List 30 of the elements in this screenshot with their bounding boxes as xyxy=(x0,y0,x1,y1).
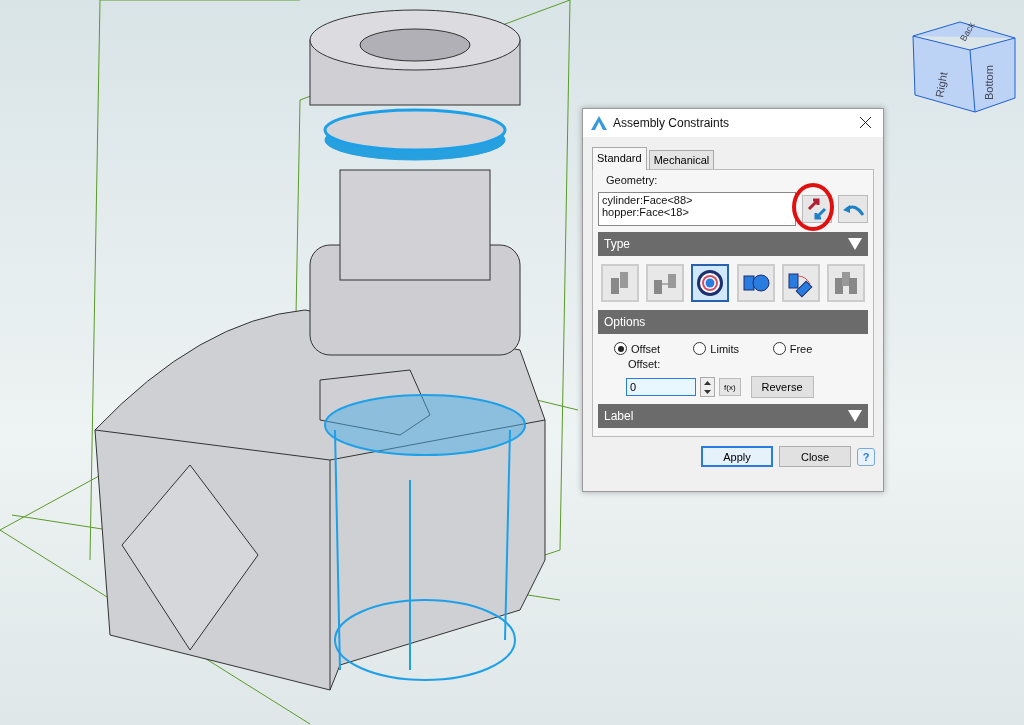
tab[interactable]: Mechanical xyxy=(648,150,715,169)
help-button[interactable]: ? xyxy=(857,447,875,466)
cube-face-label[interactable]: Bottom xyxy=(983,65,995,100)
reverse-button[interactable]: Reverse xyxy=(750,376,814,398)
radio-option[interactable]: Limits xyxy=(693,342,773,355)
undo-button[interactable] xyxy=(838,195,868,223)
geometry-item[interactable]: cylinder:Face<88> xyxy=(602,194,792,206)
swap-button[interactable] xyxy=(802,195,832,223)
section-header[interactable]: Options xyxy=(598,310,868,334)
spinner-icon[interactable] xyxy=(700,377,715,397)
geometry-list[interactable]: cylinder:Face<88> hopper:Face<18> xyxy=(598,192,796,226)
tab[interactable]: Standard xyxy=(592,147,647,170)
geometry-label: Geometry: xyxy=(606,174,659,186)
offset-label: Offset: xyxy=(628,358,662,370)
dialog-button[interactable]: Apply xyxy=(701,446,773,467)
constraint-type-button[interactable] xyxy=(691,264,730,302)
app-logo-icon xyxy=(591,116,607,130)
geometry-item[interactable]: hopper:Face<18> xyxy=(602,206,792,218)
radio-option[interactable]: Free xyxy=(772,342,852,355)
section-header[interactable]: Label xyxy=(598,404,868,428)
offset-field[interactable]: 0 xyxy=(626,378,696,396)
concentric-circles-icon xyxy=(695,268,726,298)
radio-option[interactable]: Offset xyxy=(614,342,694,355)
cube-face-label[interactable]: Right xyxy=(933,70,950,99)
formula-button[interactable]: f(x) xyxy=(719,378,741,396)
view-cube-drawing[interactable] xyxy=(912,21,1016,113)
window-title: Assembly Constraints xyxy=(613,116,731,130)
dialog-button[interactable]: Close xyxy=(779,446,851,467)
swap-arrows-icon xyxy=(806,198,828,220)
section-header[interactable]: Type xyxy=(598,232,868,256)
